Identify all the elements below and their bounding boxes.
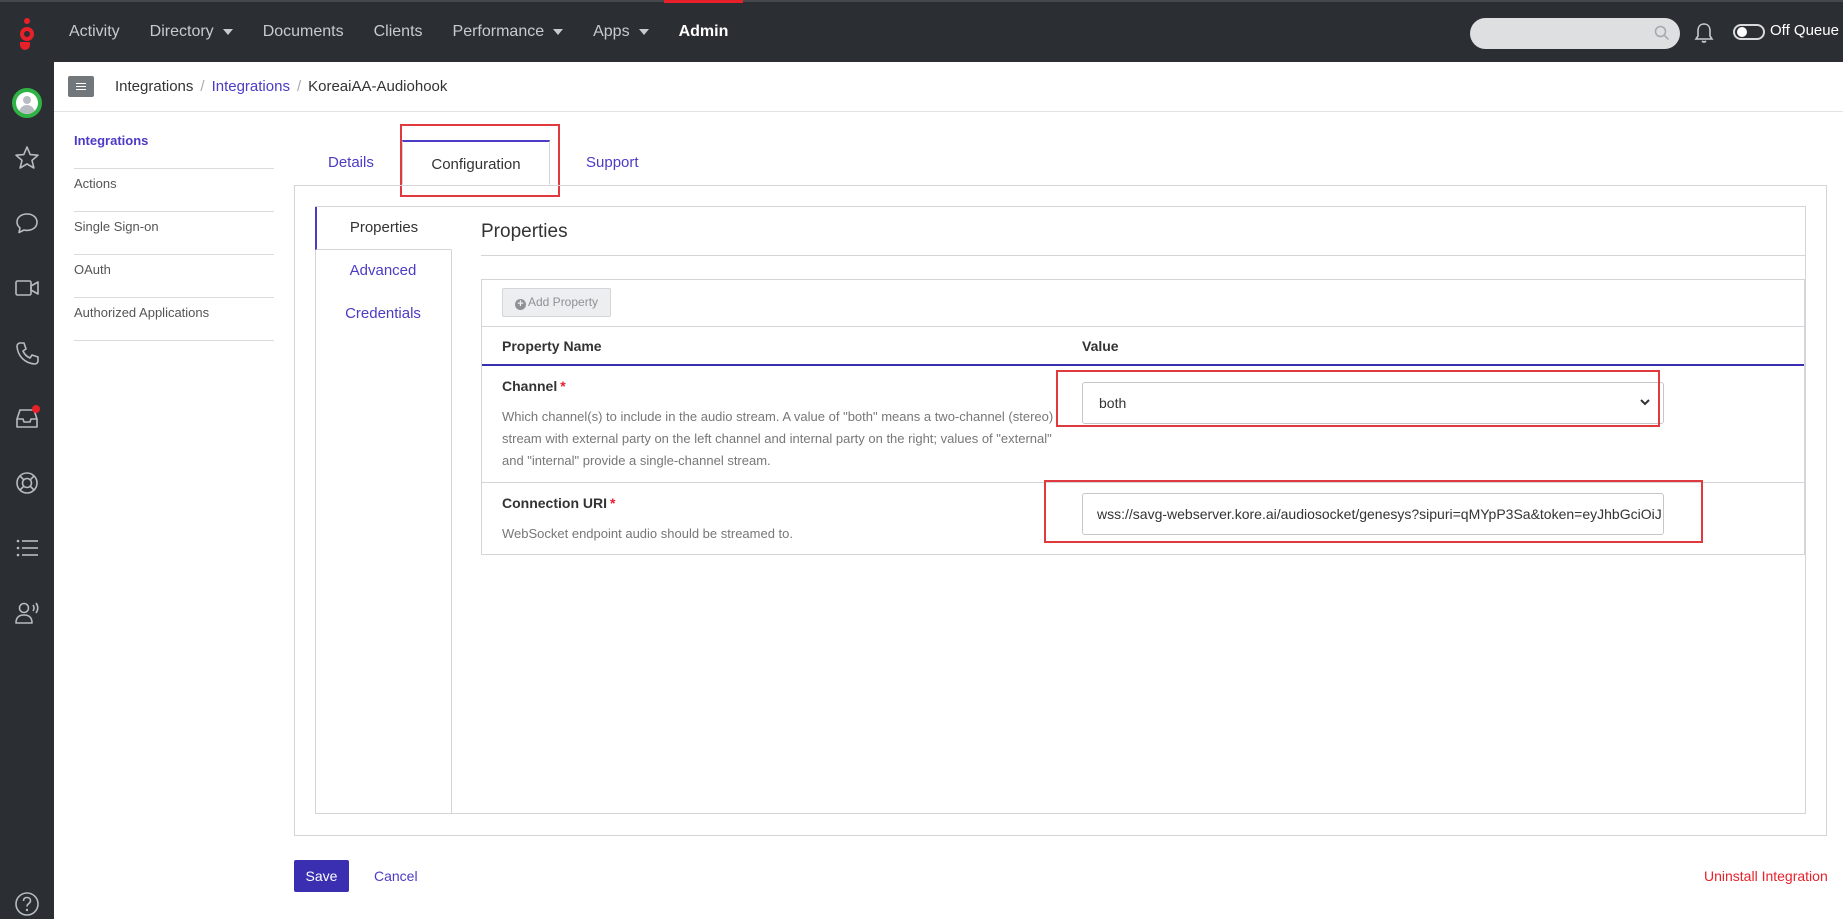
caret-down-icon [222, 29, 233, 35]
add-property-button[interactable]: + Add Property [502, 288, 612, 317]
video-icon[interactable] [13, 274, 41, 302]
nav-admin-label: Admin [678, 23, 729, 40]
nav-apps-label: Apps [593, 23, 630, 40]
star-icon[interactable] [13, 144, 41, 172]
queue-status-label: Off Queue [1770, 22, 1839, 39]
notification-dot [32, 405, 40, 413]
search-icon [1654, 25, 1670, 41]
channel-select-value: both [1099, 395, 1127, 411]
caret-down-icon [553, 29, 564, 35]
tab-details[interactable]: Details [328, 140, 374, 185]
properties-heading: Properties [481, 221, 568, 242]
required-mark: * [560, 378, 566, 394]
nav-clients-label: Clients [373, 23, 423, 40]
phone-icon[interactable] [13, 339, 41, 367]
property-description: WebSocket endpoint audio should be strea… [502, 526, 794, 541]
search-input[interactable] [1470, 18, 1680, 49]
property-name-label: Channel [502, 378, 558, 394]
nav-documents-label: Documents [262, 23, 344, 40]
breadcrumb-separator: / [296, 78, 302, 95]
bell-icon[interactable] [1694, 22, 1714, 44]
table-row: Channel * Which channel(s) to include in … [482, 366, 1804, 483]
channel-select[interactable]: both [1082, 382, 1664, 424]
breadcrumb-integrations-link[interactable]: Integrations [212, 78, 290, 95]
property-name-connection-uri: Connection URI * [502, 495, 615, 511]
sidemenu-item-actions[interactable]: Actions [74, 169, 274, 212]
uninstall-integration-link[interactable]: Uninstall Integration [1704, 868, 1828, 884]
required-mark: * [610, 495, 616, 511]
main-nav: Activity Directory Documents Clients Per… [54, 0, 744, 62]
property-description: Which channel(s) to include in the audio… [502, 409, 1054, 468]
nav-documents[interactable]: Documents [248, 2, 359, 62]
chevron-down-icon [1640, 399, 1650, 406]
save-button[interactable]: Save [294, 860, 349, 892]
nav-performance-label: Performance [452, 23, 545, 40]
queue-toggle[interactable] [1733, 24, 1765, 40]
add-property-label: Add Property [528, 295, 599, 309]
top-nav-bar: Activity Directory Documents Clients Per… [0, 0, 1843, 62]
properties-table: + Add Property Property Name Value Channe… [481, 279, 1805, 555]
caret-down-icon [638, 29, 649, 35]
table-header: Property Name Value [482, 326, 1804, 366]
breadcrumb-separator: / [200, 78, 205, 95]
cancel-button[interactable]: Cancel [374, 868, 418, 884]
inbox-icon[interactable] [13, 404, 41, 432]
genesys-logo-icon[interactable] [16, 18, 38, 50]
nav-directory-label: Directory [149, 23, 214, 40]
vtab-advanced[interactable]: Advanced [315, 250, 451, 293]
nav-activity-label: Activity [69, 23, 120, 40]
sidemenu-item-single-sign-on[interactable]: Single Sign-on [74, 212, 274, 255]
menu-toggle-icon[interactable] [68, 76, 94, 97]
avatar[interactable] [12, 88, 42, 118]
sidemenu-item-authorized-applications[interactable]: Authorized Applications [74, 298, 274, 341]
breadcrumb-current: KoreaiAA-Audiohook [308, 78, 448, 95]
property-name-channel: Channel * [502, 378, 566, 394]
config-vertical-tabs: Properties Advanced Credentials [315, 207, 452, 813]
tab-support[interactable]: Support [586, 140, 639, 185]
help-icon[interactable] [13, 890, 41, 918]
lifebuoy-icon[interactable] [13, 469, 41, 497]
sidemenu-item-integrations[interactable]: Integrations [74, 126, 274, 169]
configuration-panel: Properties Advanced Credentials Properti… [294, 185, 1827, 836]
vtab-credentials[interactable]: Credentials [315, 293, 451, 336]
vtab-properties[interactable]: Properties [315, 207, 452, 250]
nav-apps[interactable]: Apps [578, 2, 663, 62]
plus-circle-icon: + [515, 299, 526, 310]
divider [481, 255, 1805, 256]
chat-icon[interactable] [13, 209, 41, 237]
column-header-value: Value [1082, 338, 1119, 354]
connection-uri-input[interactable]: wss://savg-webserver.kore.ai/audiosocket… [1082, 493, 1664, 535]
column-header-property-name: Property Name [502, 338, 602, 354]
nav-clients[interactable]: Clients [359, 2, 438, 62]
sidemenu-item-oauth[interactable]: OAuth [74, 255, 274, 298]
nav-activity[interactable]: Activity [54, 2, 135, 62]
property-name-label: Connection URI [502, 495, 607, 511]
nav-admin[interactable]: Admin [663, 0, 744, 62]
breadcrumb-integrations-root: Integrations [115, 78, 194, 95]
speaker-user-icon[interactable] [13, 599, 41, 627]
left-rail [0, 62, 54, 919]
breadcrumb: Integrations / Integrations / KoreaiAA-A… [115, 78, 447, 95]
tab-configuration[interactable]: Configuration [402, 140, 550, 185]
configuration-inner: Properties Advanced Credentials Properti… [315, 206, 1806, 814]
breadcrumb-bar: Integrations / Integrations / KoreaiAA-A… [54, 62, 1843, 112]
nav-directory[interactable]: Directory [135, 2, 248, 62]
list-icon[interactable] [13, 534, 41, 562]
table-row: Connection URI * WebSocket endpoint audio… [482, 483, 1804, 554]
admin-side-menu: Integrations Actions Single Sign-on OAut… [74, 126, 274, 341]
nav-performance[interactable]: Performance [438, 2, 579, 62]
